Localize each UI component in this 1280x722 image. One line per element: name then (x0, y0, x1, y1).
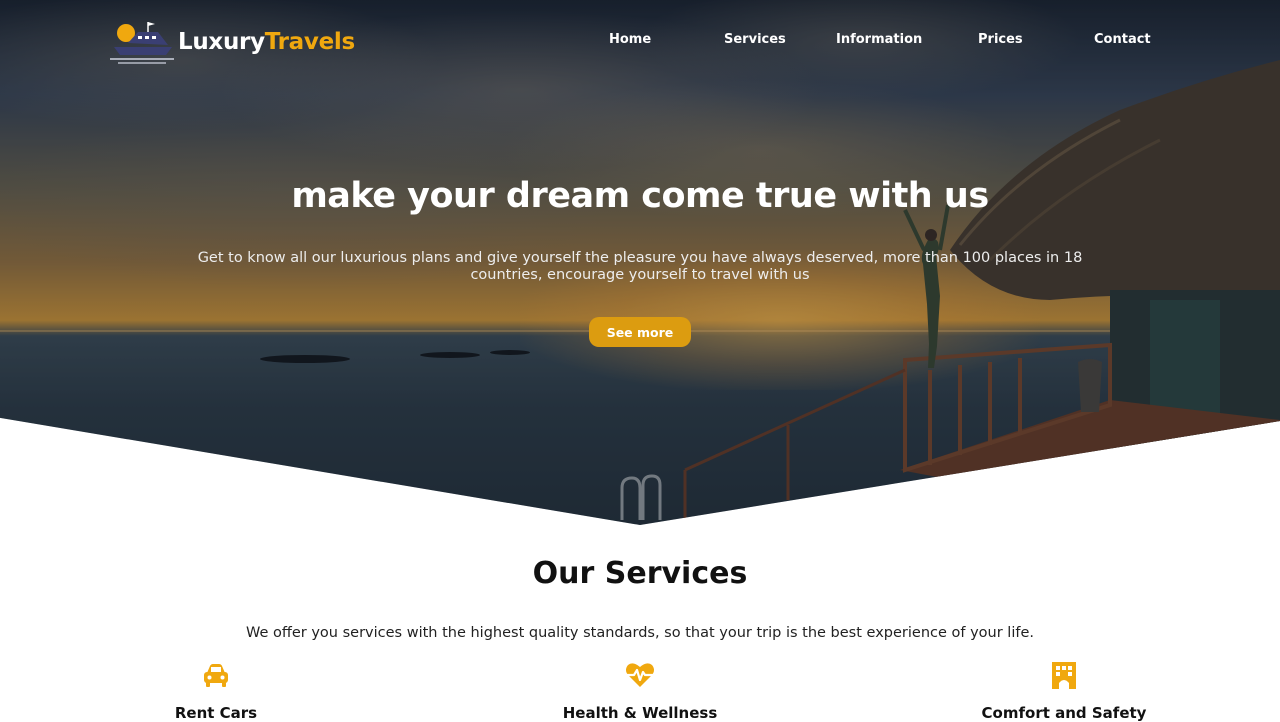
hero-subtitle: Get to know all our luxurious plans and … (197, 250, 1083, 283)
service-health-wellness[interactable]: Health & Wellness (510, 660, 770, 722)
service-label: Health & Wellness (562, 704, 718, 722)
service-label: Rent Cars (174, 704, 258, 722)
hotel-building-icon (1052, 662, 1076, 689)
services-title: Our Services (532, 556, 748, 591)
nav-information-link[interactable]: Information (836, 32, 922, 47)
main-menu: Home Services Information Prices Contact (0, 32, 1280, 52)
nav-contact-link[interactable]: Contact (1094, 32, 1151, 47)
nav-services-link[interactable]: Services (724, 32, 786, 47)
see-more-button[interactable]: See more (589, 317, 691, 347)
service-rent-cars[interactable]: Rent Cars (86, 660, 346, 722)
service-comfort-safety[interactable]: Comfort and Safety (934, 660, 1194, 722)
service-label: Comfort and Safety (981, 704, 1147, 722)
top-navbar: LuxuryTravels Home Services Information … (0, 0, 1280, 84)
hero-title: make your dream come true with us (291, 176, 989, 216)
car-icon (204, 664, 228, 687)
nav-home-link[interactable]: Home (609, 32, 651, 47)
services-subtitle: We offer you services with the highest q… (245, 625, 1034, 641)
heart-pulse-icon (626, 663, 654, 687)
nav-prices-link[interactable]: Prices (978, 32, 1023, 47)
